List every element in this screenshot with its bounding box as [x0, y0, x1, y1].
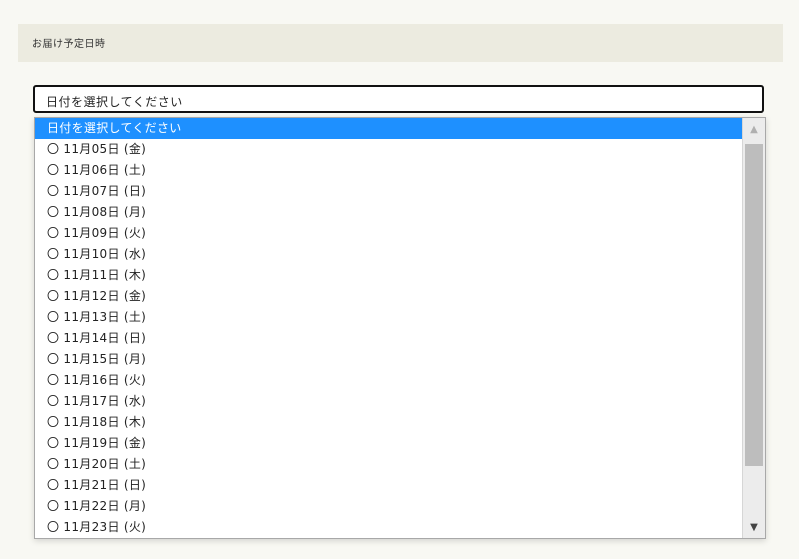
delivery-date-select[interactable]: 日付を選択してください — [33, 85, 764, 113]
dropdown-scrollbar[interactable]: ▲ ▼ — [742, 118, 765, 538]
option-date[interactable]: 〇 11月22日 (月) — [35, 496, 744, 517]
option-date[interactable]: 〇 11月15日 (月) — [35, 349, 744, 370]
option-date[interactable]: 〇 11月14日 (日) — [35, 328, 744, 349]
option-date[interactable]: 〇 11月20日 (土) — [35, 454, 744, 475]
option-date[interactable]: 〇 11月12日 (金) — [35, 286, 744, 307]
option-date[interactable]: 〇 11月13日 (土) — [35, 307, 744, 328]
scroll-thumb[interactable] — [745, 144, 763, 466]
option-date[interactable]: 〇 11月11日 (木) — [35, 265, 744, 286]
option-date[interactable]: 〇 11月17日 (水) — [35, 391, 744, 412]
option-date[interactable]: 〇 11月06日 (土) — [35, 160, 744, 181]
option-date[interactable]: 〇 11月19日 (金) — [35, 433, 744, 454]
option-date[interactable]: 〇 11月21日 (日) — [35, 475, 744, 496]
delivery-date-header: お届け予定日時 — [18, 24, 783, 62]
option-date[interactable]: 〇 11月18日 (木) — [35, 412, 744, 433]
option-date[interactable]: 〇 11月23日 (火) — [35, 517, 744, 538]
date-options: 日付を選択してください 〇 11月05日 (金) 〇 11月06日 (土) 〇 … — [35, 118, 744, 538]
option-date[interactable]: 〇 11月05日 (金) — [35, 139, 744, 160]
page: お届け予定日時 日付を選択してください 日付を選択してください 〇 11月05日… — [0, 0, 799, 559]
date-dropdown-list[interactable]: 日付を選択してください 〇 11月05日 (金) 〇 11月06日 (土) 〇 … — [34, 117, 766, 539]
option-date[interactable]: 〇 11月09日 (火) — [35, 223, 744, 244]
triangle-down-icon[interactable]: ▼ — [743, 516, 765, 538]
section-title: お届け予定日時 — [32, 39, 106, 50]
triangle-up-icon[interactable]: ▲ — [743, 118, 765, 140]
option-placeholder[interactable]: 日付を選択してください — [35, 118, 744, 139]
option-date[interactable]: 〇 11月08日 (月) — [35, 202, 744, 223]
option-date[interactable]: 〇 11月10日 (水) — [35, 244, 744, 265]
option-date[interactable]: 〇 11月07日 (日) — [35, 181, 744, 202]
option-date[interactable]: 〇 11月16日 (火) — [35, 370, 744, 391]
select-current-value: 日付を選択してください — [46, 95, 183, 109]
